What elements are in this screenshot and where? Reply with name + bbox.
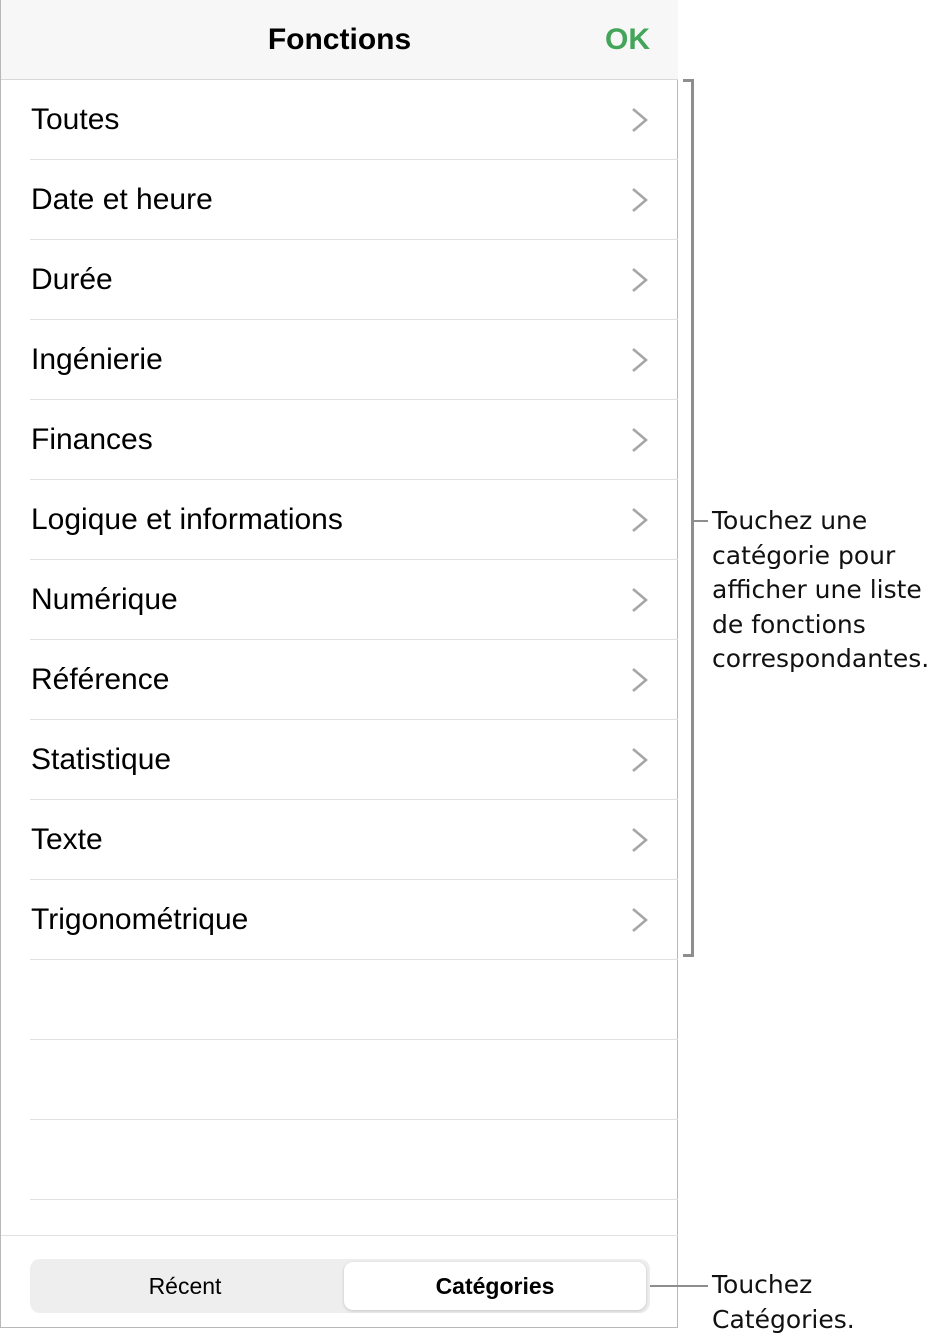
category-list: Toutes Date et heure Durée Ingénierie Fi… xyxy=(1,80,678,1200)
callout-bracket xyxy=(683,79,694,957)
chevron-right-icon xyxy=(632,908,649,932)
list-item-label: Toutes xyxy=(31,103,120,136)
tab-recent[interactable]: Récent xyxy=(30,1259,340,1313)
callout-tab-text: Touchez Catégories. xyxy=(712,1268,932,1337)
list-item[interactable]: Texte xyxy=(1,800,678,880)
list-item-label: Durée xyxy=(31,263,113,296)
list-item[interactable]: Toutes xyxy=(1,80,678,160)
list-item[interactable]: Date et heure xyxy=(1,160,678,240)
list-item[interactable]: Référence xyxy=(1,640,678,720)
ok-button[interactable]: OK xyxy=(605,0,650,79)
page-title: Fonctions xyxy=(267,23,412,56)
chevron-right-icon xyxy=(632,748,649,772)
chevron-right-icon xyxy=(632,828,649,852)
list-item-label: Statistique xyxy=(31,743,172,776)
callout-line: afficher une liste xyxy=(712,575,922,604)
callout-line: de fonctions xyxy=(712,609,866,639)
list-item-label: Référence xyxy=(31,663,170,696)
callout-line: catégorie pour xyxy=(712,540,896,570)
callout-line: correspondantes. xyxy=(712,644,930,673)
chevron-right-icon xyxy=(632,508,649,532)
chevron-right-icon xyxy=(632,668,649,692)
callout-line: Touchez xyxy=(712,1270,813,1299)
tab-categories[interactable]: Catégories xyxy=(344,1262,646,1310)
functions-panel: Fonctions OK Toutes Date et heure Durée … xyxy=(0,0,678,1328)
list-item-label: Texte xyxy=(31,823,103,856)
callout-leader-line xyxy=(694,520,708,522)
empty-row xyxy=(1,1040,678,1120)
chevron-right-icon xyxy=(632,268,649,292)
list-item-label: Ingénierie xyxy=(31,343,163,376)
list-item-label: Finances xyxy=(31,423,153,456)
list-item-label: Date et heure xyxy=(31,183,213,216)
callout-leader-line xyxy=(650,1285,708,1287)
chevron-right-icon xyxy=(632,348,649,372)
callout-line: Catégories. xyxy=(712,1304,855,1334)
segmented-control: Récent Catégories xyxy=(30,1259,650,1313)
list-item[interactable]: Logique et informations xyxy=(1,480,678,560)
list-item[interactable]: Statistique xyxy=(1,720,678,800)
list-item[interactable]: Trigonométrique xyxy=(1,880,678,960)
callout-line: Touchez une xyxy=(712,506,868,535)
chevron-right-icon xyxy=(632,188,649,212)
header-bar: Fonctions OK xyxy=(1,0,678,80)
empty-row xyxy=(1,1120,678,1200)
list-item[interactable]: Numérique xyxy=(1,560,678,640)
chevron-right-icon xyxy=(632,588,649,612)
callout-list-text: Touchez une catégorie pour afficher une … xyxy=(712,504,950,677)
list-item-label: Trigonométrique xyxy=(31,903,249,936)
chevron-right-icon xyxy=(632,428,649,452)
list-item[interactable]: Ingénierie xyxy=(1,320,678,400)
empty-row xyxy=(1,960,678,1040)
list-item[interactable]: Finances xyxy=(1,400,678,480)
chevron-right-icon xyxy=(632,108,649,132)
list-item-label: Numérique xyxy=(31,583,178,616)
list-item-label: Logique et informations xyxy=(31,503,343,536)
list-item[interactable]: Durée xyxy=(1,240,678,320)
footer-divider xyxy=(1,1235,678,1236)
